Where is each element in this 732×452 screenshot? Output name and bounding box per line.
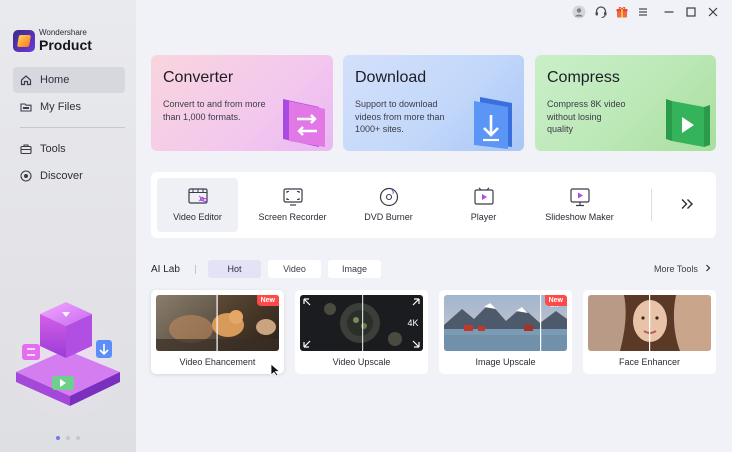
- pagination-dot[interactable]: [66, 436, 70, 440]
- gift-icon[interactable]: [615, 5, 629, 19]
- ai-card-label: Image Upscale: [475, 357, 536, 367]
- video-enhancement-thumbnail: New: [156, 295, 279, 351]
- tool-label: Player: [470, 212, 497, 222]
- sidebar-item-tools[interactable]: Tools: [13, 136, 125, 162]
- converter-icon: [283, 99, 325, 147]
- card-description: Support to download videos from more tha…: [355, 99, 445, 134]
- sidebar-item-my-files[interactable]: My Files: [13, 94, 125, 120]
- video-upscale-thumbnail: 4K: [300, 295, 423, 351]
- ai-card-label: Video Upscale: [332, 357, 391, 367]
- resolution-4k-label: 4K: [407, 318, 418, 328]
- minimize-icon[interactable]: [662, 5, 676, 19]
- ai-card-label: Video Ehancement: [179, 357, 256, 367]
- toolbox-icon: [20, 143, 32, 155]
- new-badge: New: [544, 295, 567, 306]
- tool-label: Slideshow Maker: [545, 212, 614, 222]
- card-title: Converter: [163, 69, 234, 86]
- ai-card-face-enhancer[interactable]: Face Enhancer: [583, 290, 716, 374]
- sidebar-item-label: Discover: [40, 170, 83, 182]
- sidebar-item-label: Home: [40, 74, 70, 86]
- ai-lab-label: AI Lab: [151, 264, 180, 275]
- download-card[interactable]: Download Support to download videos from…: [343, 55, 524, 151]
- tool-screen-recorder[interactable]: Screen Recorder: [252, 178, 333, 232]
- card-title: Download: [355, 69, 427, 86]
- logo-icon: [13, 29, 35, 52]
- support-icon[interactable]: [594, 5, 608, 19]
- screen-recorder-icon: [282, 187, 304, 207]
- image-upscale-thumbnail: 8k New: [444, 295, 567, 351]
- card-description: Convert to and from more than 1,000 form…: [163, 99, 266, 122]
- app-logo: Wondershare Product: [13, 29, 92, 52]
- folder-icon: [20, 101, 32, 113]
- face-enhancer-thumbnail: [588, 295, 711, 351]
- ai-card-label: Face Enhancer: [618, 357, 681, 367]
- card-title: Compress: [547, 69, 620, 86]
- sidebar: Wondershare Product Home My Files Tools …: [0, 0, 136, 452]
- tool-label: DVD Burner: [364, 212, 413, 222]
- tool-player[interactable]: Player: [443, 178, 524, 232]
- tool-label: Screen Recorder: [258, 212, 327, 222]
- close-icon[interactable]: [706, 5, 720, 19]
- ai-lab-divider: [195, 265, 196, 274]
- more-tools-expand-button[interactable]: [677, 194, 697, 214]
- compress-icon: [666, 99, 710, 147]
- dvd-burner-icon: [378, 187, 400, 207]
- slideshow-icon: [569, 187, 591, 207]
- compress-card[interactable]: Compress Compress 8K video without losin…: [535, 55, 716, 151]
- converter-card[interactable]: Converter Convert to and from more than …: [151, 55, 333, 151]
- sidebar-divider: [20, 127, 125, 128]
- maximize-icon[interactable]: [684, 5, 698, 19]
- menu-icon[interactable]: [636, 5, 650, 19]
- player-icon: [473, 187, 495, 207]
- double-chevron-right-icon: [681, 199, 693, 209]
- sidebar-item-label: My Files: [40, 101, 81, 113]
- video-editor-icon: [187, 187, 209, 207]
- pagination-dot[interactable]: [76, 436, 80, 440]
- pagination-dot[interactable]: [56, 436, 60, 440]
- logo-brand: Wondershare: [39, 28, 87, 37]
- tool-dvd-burner[interactable]: DVD Burner: [348, 178, 429, 232]
- sidebar-item-home[interactable]: Home: [13, 67, 125, 93]
- tools-panel: Video Editor Screen Recorder DVD Burner …: [151, 172, 716, 238]
- promo-illustration[interactable]: [8, 290, 130, 420]
- tab-image[interactable]: Image: [328, 260, 381, 278]
- tool-slideshow-maker[interactable]: Slideshow Maker: [539, 178, 620, 232]
- account-icon[interactable]: [572, 5, 586, 19]
- tool-label: Video Editor: [173, 212, 222, 222]
- more-tools-link[interactable]: More Tools: [654, 264, 711, 274]
- card-description: Compress 8K video without losing quality: [547, 99, 626, 134]
- mouse-cursor-icon: [270, 363, 281, 377]
- new-badge: New: [256, 295, 279, 306]
- sidebar-item-label: Tools: [40, 143, 66, 155]
- ai-card-video-enhancement[interactable]: New Video Ehancement: [151, 290, 284, 374]
- download-icon: [474, 97, 512, 149]
- tab-hot[interactable]: Hot: [208, 260, 261, 278]
- home-icon: [20, 74, 32, 86]
- tools-divider: [651, 189, 652, 221]
- tab-video[interactable]: Video: [268, 260, 321, 278]
- ai-card-video-upscale[interactable]: 4K Video Upscale: [295, 290, 428, 374]
- compass-icon: [20, 170, 32, 182]
- promo-pagination: [56, 436, 80, 440]
- ai-card-image-upscale[interactable]: 8k New Image Upscale: [439, 290, 572, 374]
- sidebar-item-discover[interactable]: Discover: [13, 163, 125, 189]
- logo-product: Product: [39, 37, 92, 53]
- more-tools-label: More Tools: [654, 264, 698, 274]
- tool-video-editor[interactable]: Video Editor: [157, 178, 238, 232]
- chevron-right-icon: [705, 264, 711, 274]
